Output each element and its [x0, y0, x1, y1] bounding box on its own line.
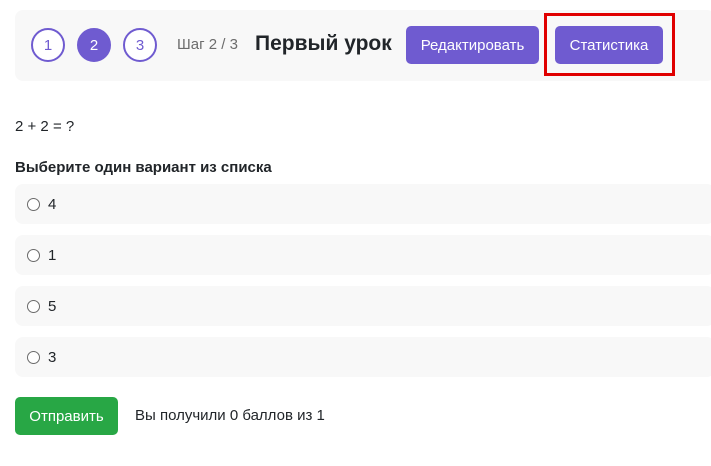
- edit-button[interactable]: Редактировать: [406, 26, 539, 64]
- option-label: 4: [48, 195, 57, 213]
- step-2-label: 2: [89, 36, 99, 54]
- option-4[interactable]: 4: [15, 184, 711, 224]
- option-label: 5: [48, 297, 57, 315]
- option-label: 1: [48, 246, 57, 264]
- option-label: 3: [48, 348, 57, 366]
- step-3-button[interactable]: 3: [123, 28, 157, 62]
- lesson-header: 1 2 3 Шаг 2 / 3 Первый урок Редактироват…: [15, 10, 711, 81]
- step-3-label: 3: [135, 36, 145, 54]
- option-1[interactable]: 1: [15, 235, 711, 275]
- submit-button[interactable]: Отправить: [15, 397, 118, 435]
- question-text: 2 + 2 = ?: [15, 118, 75, 135]
- option-5[interactable]: 5: [15, 286, 711, 326]
- radio-button[interactable]: [27, 350, 40, 364]
- statistics-button[interactable]: Статистика: [555, 26, 663, 64]
- score-text: Вы получили 0 баллов из 1: [135, 407, 325, 424]
- step-1-label: 1: [43, 36, 53, 54]
- step-counter: Шаг 2 / 3: [177, 36, 238, 53]
- step-1-button[interactable]: 1: [31, 28, 65, 62]
- option-3[interactable]: 3: [15, 337, 711, 377]
- radio-button[interactable]: [27, 248, 40, 262]
- question-instruction: Выберите один вариант из списка: [15, 159, 272, 176]
- lesson-page: 1 2 3 Шаг 2 / 3 Первый урок Редактироват…: [0, 0, 711, 466]
- step-2-button[interactable]: 2: [77, 28, 111, 62]
- lesson-title: Первый урок: [255, 32, 392, 55]
- radio-button[interactable]: [27, 299, 40, 313]
- radio-button[interactable]: [27, 197, 40, 211]
- options-list: 4 1 5 3: [15, 184, 711, 388]
